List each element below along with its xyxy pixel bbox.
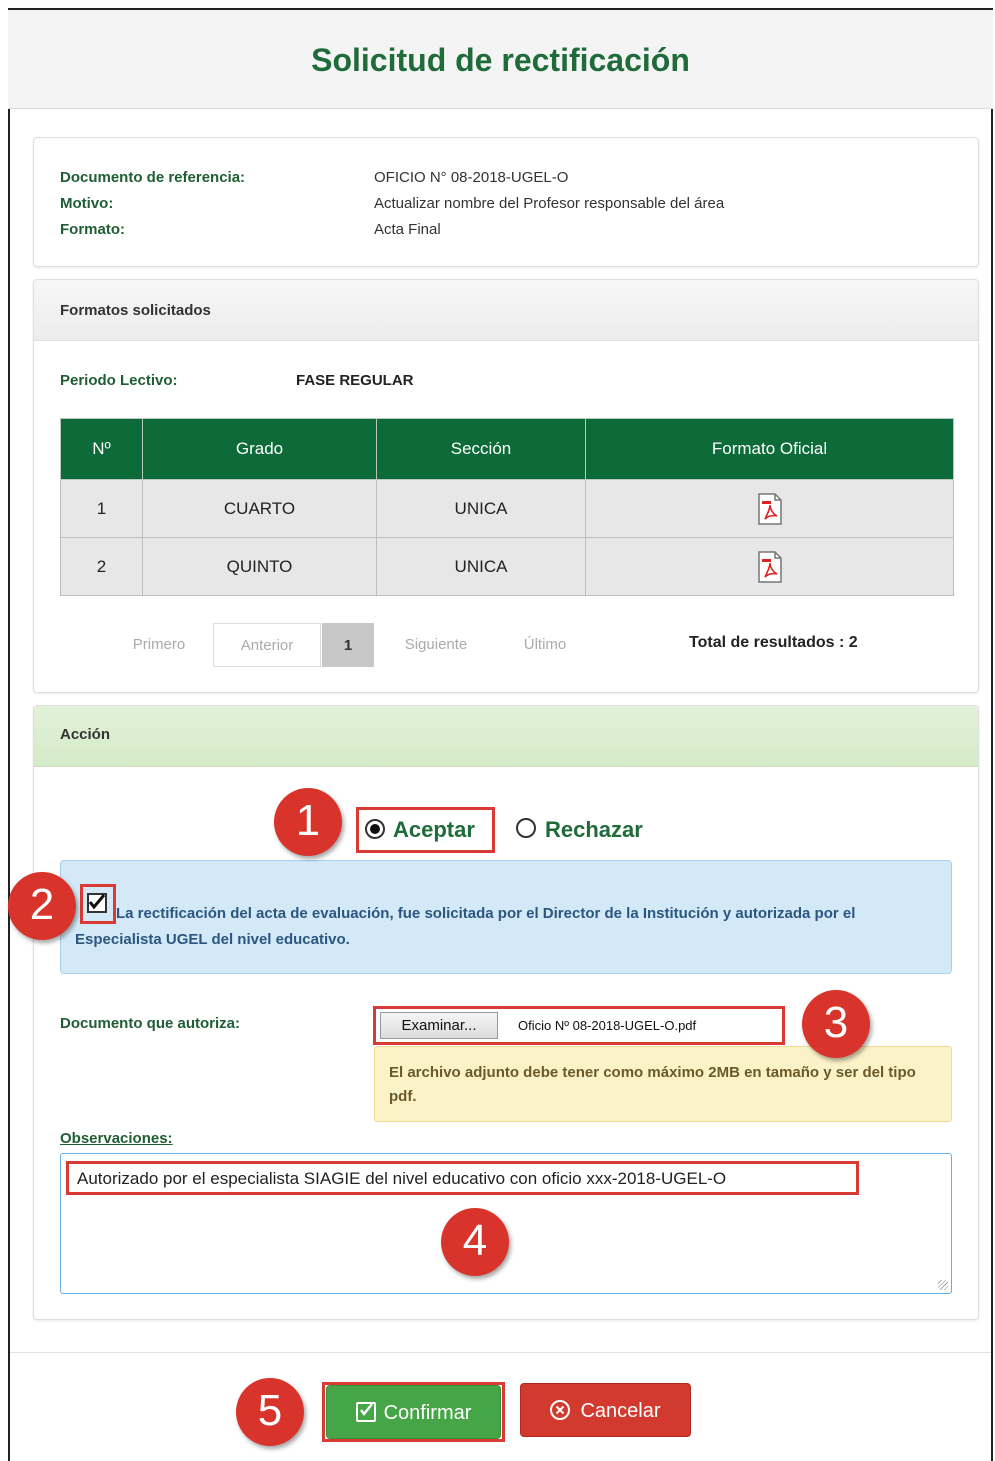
cancel-button[interactable]: Cancelar [520,1383,691,1437]
reference-panel: Documento de referencia: OFICIO N° 08-20… [33,137,979,267]
pdf-icon[interactable] [757,550,783,583]
table-row: 2 QUINTO UNICA [60,537,954,596]
formats-heading: Formatos solicitados [34,280,978,341]
table-header-row: Nº Grado Sección Formato Oficial [60,418,954,480]
reject-label[interactable]: Rechazar [545,817,643,843]
selected-file-name: Oficio Nº 08-2018-UGEL-O.pdf [518,1018,697,1033]
column-header: Sección [376,418,586,480]
file-requirements-note: El archivo adjunto debe tener como máxim… [374,1046,952,1122]
formato-label: Formato: [60,221,125,238]
page-title: Solicitud de rectificación [311,42,690,78]
row-number: 1 [60,479,143,538]
pager-first[interactable]: Primero [114,623,204,667]
observations-value: Autorizado por el especialista SIAGIE de… [77,1169,727,1188]
reject-radio[interactable] [516,818,536,838]
formats-table: Nº Grado Sección Formato Oficial 1 CUART… [60,418,954,596]
reference-value: OFICIO N° 08-2018-UGEL-O [374,169,569,186]
column-header: Nº [60,418,143,480]
accept-label[interactable]: Aceptar [393,817,475,843]
browse-button[interactable]: Examinar... [380,1012,498,1039]
row-seccion: UNICA [376,479,586,538]
step-callout-1: 1 [274,788,342,856]
check-icon [88,894,106,910]
title-band: Solicitud de rectificación [8,10,993,109]
motivo-value: Actualizar nombre del Profesor responsab… [374,195,725,212]
step-callout-4: 4 [441,1208,509,1276]
row-number: 2 [60,537,143,596]
action-heading-text: Acción [60,726,111,743]
confirmation-info-box: La rectificación del acta de evaluación,… [60,860,952,974]
observations-label: Observaciones: [60,1130,173,1147]
total-results: Total de resultados : 2 [689,634,858,651]
row-grado: QUINTO [142,537,377,596]
table-row: 1 CUARTO UNICA [60,479,954,538]
column-header: Formato Oficial [585,418,954,480]
row-grado: CUARTO [142,479,377,538]
confirm-label: Confirmar [383,1402,472,1424]
formats-heading-text: Formatos solicitados [60,302,211,319]
pager-next[interactable]: Siguiente [386,623,486,667]
formats-panel: Formatos solicitados Periodo Lectivo: FA… [33,279,979,693]
document-label: Documento que autoriza: [60,1015,241,1032]
pager-current-page[interactable]: 1 [322,623,374,667]
confirmation-text: La rectificación del acta de evaluación,… [75,905,856,948]
motivo-label: Motivo: [60,195,114,212]
reference-label: Documento de referencia: [60,169,246,186]
step-callout-5: 5 [236,1378,304,1446]
authorization-checkbox[interactable] [87,893,107,913]
accept-radio[interactable] [365,819,385,839]
period-value: FASE REGULAR [296,372,414,389]
check-square-icon [355,1401,376,1422]
cancel-circle-icon [550,1399,571,1420]
step-callout-3: 3 [802,990,870,1058]
footer-divider [10,1352,991,1353]
period-label: Periodo Lectivo: [60,372,178,389]
pager-previous[interactable]: Anterior [213,623,321,667]
resize-handle-icon[interactable] [938,1280,948,1290]
formato-value: Acta Final [374,221,441,238]
pager-last[interactable]: Último [504,623,586,667]
pdf-icon[interactable] [757,492,783,525]
row-formato [585,537,954,596]
row-formato [585,479,954,538]
action-heading: Acción [34,706,978,767]
confirm-button[interactable]: Confirmar [326,1385,501,1439]
cancel-label: Cancelar [580,1400,661,1422]
column-header: Grado [142,418,377,480]
row-seccion: UNICA [376,537,586,596]
step-callout-2: 2 [8,872,76,940]
